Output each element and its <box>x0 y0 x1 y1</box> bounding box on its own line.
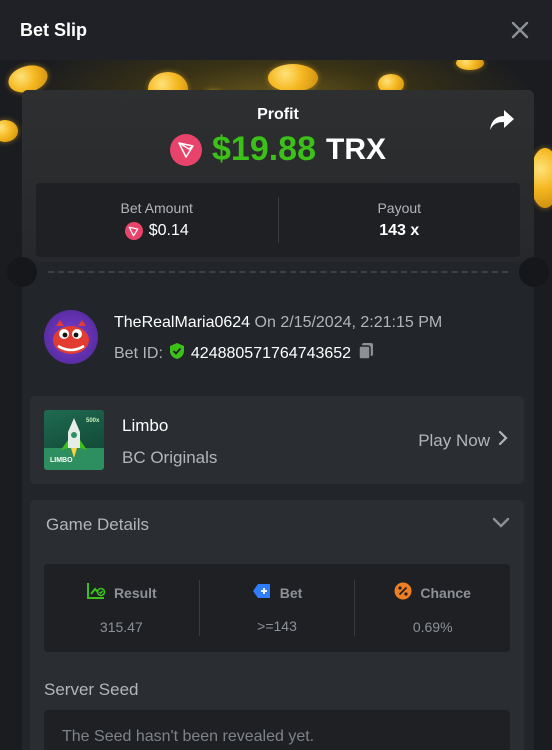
game-thumb-label: LIMBO <box>50 457 73 464</box>
profit-row: $19.88 TRX <box>22 130 534 169</box>
profit-label: Profit <box>257 106 299 123</box>
copy-icon[interactable] <box>357 342 375 365</box>
trx-icon <box>124 222 143 240</box>
chance-label: Chance <box>420 585 471 601</box>
result-stat: Result 315.47 <box>44 564 199 652</box>
coin-decoration <box>268 64 318 92</box>
server-seed-label: Server Seed <box>44 680 139 699</box>
chevron-down-icon <box>492 516 510 534</box>
game-details-panel: Game Details Result 315.47 Bet >=143 Cha… <box>30 500 524 750</box>
modal-title: Bet Slip <box>20 19 88 40</box>
shield-check-icon <box>169 342 185 365</box>
coin-decoration <box>456 60 484 70</box>
share-icon[interactable] <box>488 108 516 132</box>
game-thumbnail: LIMBO 500x <box>44 410 104 470</box>
avatar[interactable] <box>44 310 98 364</box>
chance-value: 0.69% <box>412 618 453 635</box>
ticket-divider <box>48 271 508 273</box>
profit-currency: TRX <box>326 132 386 166</box>
game-details-toggle[interactable]: Game Details <box>30 500 524 550</box>
profit-amount: $19.88 <box>212 130 316 168</box>
user-info: TheRealMaria0624 On 2/15/2024, 2:21:15 P… <box>44 310 514 366</box>
bet-id-line: Bet ID: 424880571764743652 <box>114 342 375 365</box>
bet-id-label: Bet ID: <box>114 344 163 362</box>
coin-decoration <box>0 120 18 142</box>
result-label: Result <box>113 585 157 601</box>
payout-value: 143 x <box>379 222 420 239</box>
bet-stat: Bet >=143 <box>200 564 355 652</box>
play-now-button[interactable]: Play Now <box>418 430 508 451</box>
bet-amount-label: Bet Amount <box>120 200 193 216</box>
username[interactable]: TheRealMaria0624 <box>114 314 250 331</box>
bet-value: >=143 <box>257 617 297 634</box>
bet-label: Bet <box>279 585 303 601</box>
bet-amount-stat: Bet Amount $0.14 <box>36 183 278 257</box>
payout-label: Payout <box>377 200 422 216</box>
bet-slip-card: Profit $19.88 TRX Bet Amount $0.14 Payou… <box>7 90 549 750</box>
play-now-label: Play Now <box>418 430 490 450</box>
game-details-title: Game Details <box>46 515 149 534</box>
modal-header: Bet Slip <box>0 0 552 60</box>
tag-icon <box>252 583 272 604</box>
game-card[interactable]: LIMBO 500x Limbo BC Originals Play Now <box>30 396 524 484</box>
payout-stat: Payout 143 x <box>279 183 521 257</box>
game-provider: BC Originals <box>122 448 218 467</box>
trx-icon <box>170 133 202 166</box>
bet-datetime: On 2/15/2024, 2:21:15 PM <box>254 314 443 331</box>
bet-stats: Bet Amount $0.14 Payout 143 x <box>36 183 520 257</box>
result-value: 315.47 <box>99 618 143 635</box>
game-thumb-badge: 500x <box>86 418 100 424</box>
close-icon[interactable] <box>508 18 532 42</box>
bet-amount-row: $0.14 <box>124 222 189 240</box>
ticket-notch <box>7 257 37 287</box>
bet-id-value: 424880571764743652 <box>190 344 352 362</box>
result-stats: Result 315.47 Bet >=143 Chance 0.69% <box>44 564 510 652</box>
ticket-notch <box>519 257 549 287</box>
user-line: TheRealMaria0624 On 2/15/2024, 2:21:15 P… <box>114 314 442 332</box>
percent-icon <box>394 582 412 605</box>
chart-check-icon <box>86 582 106 605</box>
chevron-right-icon <box>498 430 508 451</box>
server-seed-text: The Seed hasn't been revealed yet. <box>62 728 315 745</box>
game-name: Limbo <box>122 416 169 435</box>
server-seed-box: The Seed hasn't been revealed yet. <box>44 710 510 750</box>
bet-amount-value: $0.14 <box>148 222 189 239</box>
profit-section: Profit $19.88 TRX Bet Amount $0.14 Payou… <box>22 90 534 262</box>
chance-stat: Chance 0.69% <box>355 564 510 652</box>
